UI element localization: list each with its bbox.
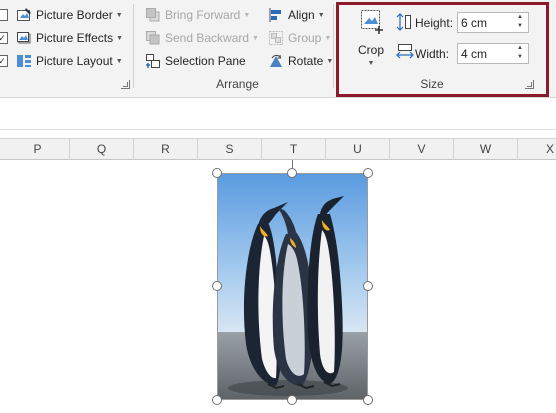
column-header-row: P Q R S T U V W X xyxy=(0,138,556,160)
group-icon xyxy=(268,30,284,46)
height-spinner[interactable]: ▲ ▼ xyxy=(457,12,529,33)
group-label: Group xyxy=(288,31,322,45)
column-header[interactable]: W xyxy=(454,139,518,160)
picture-layout-label: Picture Layout xyxy=(36,54,113,68)
selection-pane-button[interactable]: Selection Pane xyxy=(145,51,246,71)
resize-handle-right[interactable] xyxy=(363,281,373,291)
picture-border-button[interactable]: Picture Border ▼ xyxy=(16,5,123,25)
group-button[interactable]: Group ▼ xyxy=(268,28,331,48)
group-separator xyxy=(133,4,134,88)
resize-handle-left[interactable] xyxy=(212,281,222,291)
bring-forward-icon xyxy=(145,7,161,23)
crop-icon xyxy=(352,8,390,41)
chevron-down-icon: ▼ xyxy=(115,57,123,65)
width-label: Width: xyxy=(415,47,450,61)
resize-handle-top-right[interactable] xyxy=(363,168,373,178)
column-header[interactable]: Q xyxy=(70,139,134,160)
style-checkbox-1[interactable] xyxy=(0,9,8,21)
penguins-image xyxy=(218,174,367,399)
picture-layout-button[interactable]: Picture Layout ▼ xyxy=(16,51,123,71)
align-icon xyxy=(268,7,284,23)
shape-height-icon xyxy=(396,13,412,34)
align-label: Align xyxy=(288,8,315,22)
group-separator xyxy=(333,4,334,88)
resize-handle-bottom-left[interactable] xyxy=(212,395,222,405)
column-header[interactable]: X xyxy=(518,139,556,160)
column-header[interactable]: U xyxy=(326,139,390,160)
style-checkbox-2[interactable]: ✓ xyxy=(0,32,8,44)
chevron-down-icon: ▼ xyxy=(243,11,251,19)
chevron-down-icon: ▼ xyxy=(115,11,123,19)
spin-up-icon[interactable]: ▲ xyxy=(512,13,528,22)
picture-border-label: Picture Border xyxy=(36,8,113,22)
chevron-down-icon: ▼ xyxy=(116,34,124,42)
height-label: Height: xyxy=(415,16,454,30)
send-backward-label: Send Backward xyxy=(165,31,250,45)
picture-border-icon xyxy=(16,7,32,23)
resize-handle-bottom-right[interactable] xyxy=(363,395,373,405)
align-button[interactable]: Align ▼ xyxy=(268,5,325,25)
style-checkbox-3[interactable]: ✓ xyxy=(0,55,8,67)
bring-forward-button[interactable]: Bring Forward ▼ xyxy=(145,5,250,25)
height-input[interactable] xyxy=(458,13,510,32)
resize-handle-top-left[interactable] xyxy=(212,168,222,178)
chevron-down-icon: ▼ xyxy=(252,34,259,42)
picture-effects-button[interactable]: Picture Effects ▼ xyxy=(16,28,123,48)
picture-effects-icon xyxy=(16,30,32,46)
height-spin-buttons[interactable]: ▲ ▼ xyxy=(512,13,528,32)
send-backward-icon xyxy=(145,30,161,46)
width-input[interactable] xyxy=(458,44,510,63)
column-header[interactable]: T xyxy=(262,139,326,160)
width-spinner[interactable]: ▲ ▼ xyxy=(457,43,529,64)
column-header[interactable]: P xyxy=(6,139,70,160)
inserted-picture[interactable] xyxy=(217,173,368,400)
column-header[interactable]: V xyxy=(390,139,454,160)
rotate-label: Rotate xyxy=(288,54,324,68)
spin-up-icon[interactable]: ▲ xyxy=(512,44,528,53)
chevron-down-icon: ▼ xyxy=(317,11,325,19)
size-group-title: Size xyxy=(420,77,444,91)
spin-down-icon[interactable]: ▼ xyxy=(512,22,528,31)
crop-button[interactable]: Crop ▼ xyxy=(352,8,390,70)
spin-down-icon[interactable]: ▼ xyxy=(512,53,528,62)
selection-pane-label: Selection Pane xyxy=(165,54,246,68)
rotate-button[interactable]: Rotate ▼ xyxy=(268,51,333,71)
column-header[interactable]: R xyxy=(134,139,198,160)
selection-pane-icon xyxy=(145,53,161,69)
formula-bar-area xyxy=(0,98,556,130)
chevron-down-icon: ▼ xyxy=(324,34,332,42)
bring-forward-label: Bring Forward xyxy=(165,8,241,22)
ribbon: ✓ ✓ Picture Border ▼ Picture Effects ▼ P… xyxy=(0,0,556,98)
column-header[interactable]: S xyxy=(198,139,262,160)
send-backward-button[interactable]: Send Backward ▼ xyxy=(145,28,259,48)
picture-effects-label: Picture Effects xyxy=(36,31,114,45)
width-spin-buttons[interactable]: ▲ ▼ xyxy=(512,44,528,63)
shape-width-icon xyxy=(396,43,414,62)
rotate-icon xyxy=(268,53,284,69)
resize-handle-top[interactable] xyxy=(287,168,297,178)
resize-handle-bottom[interactable] xyxy=(287,395,297,405)
crop-label: Crop xyxy=(357,43,384,57)
picture-styles-dialog-launcher[interactable] xyxy=(121,80,130,89)
rotation-handle-stem xyxy=(292,160,293,168)
arrange-group-title: Arrange xyxy=(216,77,259,91)
chevron-down-icon: ▼ xyxy=(367,60,375,67)
size-dialog-launcher[interactable] xyxy=(525,80,534,89)
picture-layout-icon xyxy=(16,53,32,69)
